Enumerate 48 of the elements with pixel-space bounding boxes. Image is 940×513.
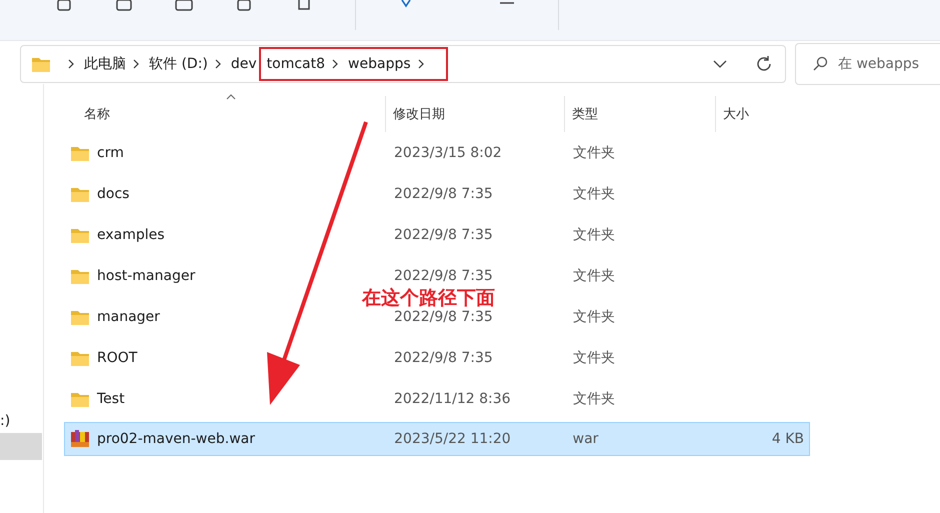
nav-item[interactable]: :) [0,409,42,433]
column-header[interactable]: 修改日期 [386,96,565,132]
breadcrumb-item[interactable]: tomcat8 [266,56,326,72]
modified-date: 2022/9/8 7:35 [394,186,493,202]
file-name: ROOT [97,350,138,366]
file-name: examples [97,226,165,242]
file-type: 文件夹 [573,348,615,366]
file-type: 文件夹 [573,144,615,162]
search-icon [812,56,828,72]
chevron-icon[interactable] [132,58,140,70]
archive-icon [70,430,90,448]
file-name: pro02-maven-web.war [97,431,255,447]
modified-date: 2023/3/15 8:02 [394,144,502,160]
breadcrumb-item[interactable]: 软件 (D:) [149,54,208,72]
modified-date: 2022/9/8 7:35 [394,308,493,324]
file-type: 文件夹 [573,184,615,202]
breadcrumb-item[interactable]: webapps [348,56,411,72]
dropdown-icon[interactable] [713,60,727,68]
file-type: 文件夹 [573,266,615,284]
file-type: 文件夹 [573,308,615,326]
chevron-icon[interactable] [67,58,75,70]
column-header[interactable]: 名称 [64,96,386,132]
selected-row[interactable]: pro02-maven-web.war 2023/5/22 11:20 war 4 KB [64,422,810,456]
modified-date: 2022/11/12 8:36 [394,390,511,406]
annotation-text: 在这个路径下面 [362,286,495,310]
breadcrumb-item[interactable]: 此电脑 [84,54,126,72]
address-bar[interactable]: 此电脑 软件 (D:) dev tomcat8 webapps [20,44,786,82]
chevron-icon[interactable] [331,58,340,70]
chevron-icon[interactable] [416,58,425,70]
column-header[interactable]: 类型 [565,96,716,132]
modified-date: 2023/5/22 11:20 [394,431,511,447]
file-name: crm [97,144,124,160]
file-type: war [572,431,598,447]
chevron-icon[interactable] [214,58,222,70]
modified-date: 2022/9/8 7:35 [394,350,493,366]
search-field[interactable]: 在 webapps [795,42,940,84]
file-name: docs [97,186,130,202]
file-name: Test [97,390,125,406]
file-type: 文件夹 [573,390,615,408]
breadcrumb-item[interactable]: dev [230,56,257,72]
file-name: host-manager [97,268,196,284]
refresh-icon[interactable] [755,54,773,72]
file-size: 4 KB [772,431,804,447]
modified-date: 2022/9/8 7:35 [394,226,493,242]
file-name: manager [97,308,160,324]
file-type: 文件夹 [573,226,615,244]
column-header[interactable]: 大小 [716,96,810,132]
modified-date: 2022/9/8 7:35 [394,268,493,284]
